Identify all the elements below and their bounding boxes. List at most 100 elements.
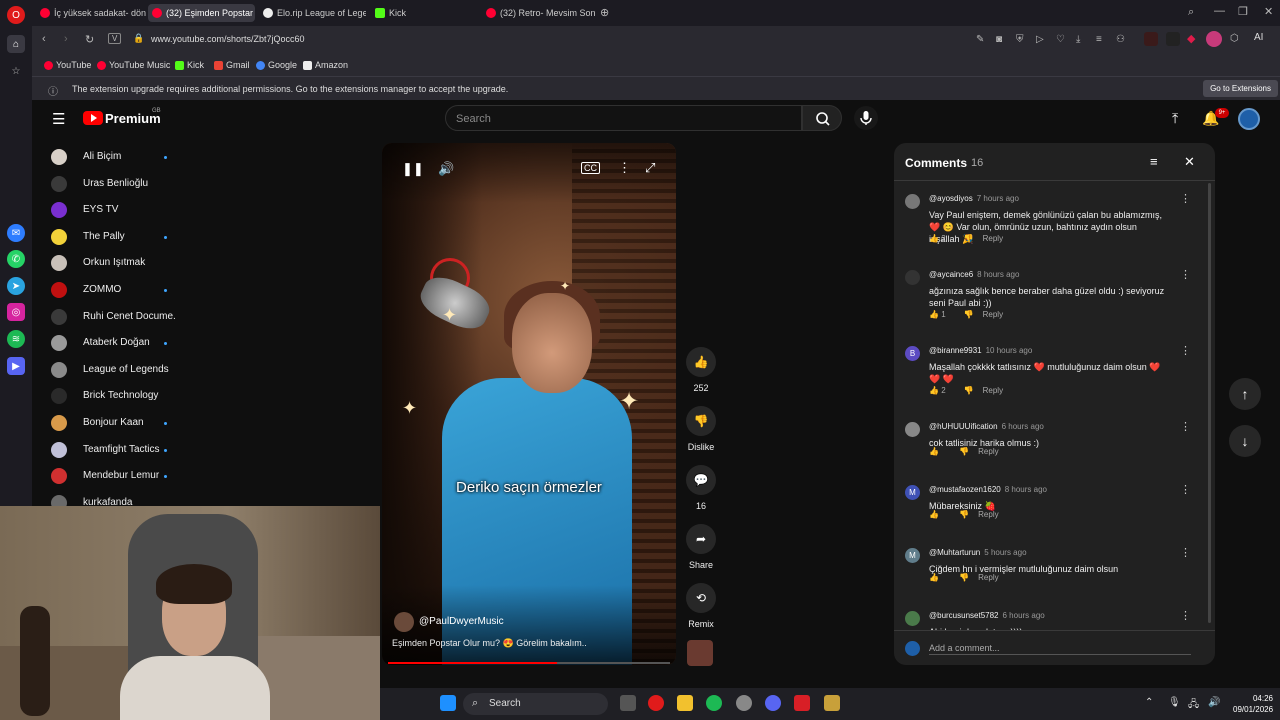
- hamburger-menu-icon[interactable]: ☰: [52, 110, 65, 128]
- league-client-icon[interactable]: [824, 695, 840, 711]
- sound-thumbnail[interactable]: [687, 640, 713, 666]
- video-caption[interactable]: Eşimden Popstar Olur mu? 😍 Görelim bakal…: [392, 638, 587, 649]
- comment-author[interactable]: @burcusunset5782: [929, 611, 999, 620]
- download-icon[interactable]: ⤓: [1076, 34, 1080, 45]
- volume-tray-icon[interactable]: 🔊: [1208, 697, 1220, 708]
- captions-icon[interactable]: CC: [581, 162, 600, 174]
- url-field[interactable]: www.youtube.com/shorts/Zbt7jQocc60: [151, 34, 305, 44]
- dislike-comment-button[interactable]: 👎: [959, 573, 969, 582]
- search-tabs-icon[interactable]: ⌕: [1188, 6, 1194, 19]
- reply-button[interactable]: Reply: [983, 386, 1003, 395]
- comment-more-icon[interactable]: ⋮: [1180, 609, 1191, 622]
- instagram-icon[interactable]: ◎: [7, 303, 25, 321]
- star-icon[interactable]: ☆: [7, 62, 25, 80]
- like-comment-button[interactable]: 👍: [929, 510, 950, 519]
- sidebar-subscription[interactable]: Uras Benlioğlu: [32, 171, 192, 197]
- youtube-logo-icon[interactable]: [83, 111, 103, 125]
- comment-more-icon[interactable]: ⋮: [1180, 483, 1191, 496]
- dislike-comment-button[interactable]: 👎: [959, 510, 969, 519]
- heart-icon[interactable]: ♡: [1056, 34, 1065, 45]
- sidebar-subscription[interactable]: Bonjour Kaan: [32, 410, 192, 436]
- commenter-avatar[interactable]: [905, 422, 920, 437]
- commenter-avatar[interactable]: B: [905, 346, 920, 361]
- comment-more-icon[interactable]: ⋮: [1180, 192, 1191, 205]
- bookmark-youtube[interactable]: YouTube: [44, 60, 91, 70]
- new-tab-icon[interactable]: ⊕: [600, 6, 609, 19]
- file-explorer-icon[interactable]: [677, 695, 693, 711]
- extension-icon[interactable]: ◆: [1187, 32, 1201, 46]
- sidebar-subscription[interactable]: Mendebur Lemur: [32, 463, 192, 489]
- go-to-extensions-button[interactable]: Go to Extensions: [1203, 80, 1278, 97]
- commenter-avatar[interactable]: M: [905, 485, 920, 500]
- task-view-icon[interactable]: [620, 695, 636, 711]
- comments-button[interactable]: 💬: [686, 465, 716, 495]
- tab-5[interactable]: (32) Retro- Mevsim Sonba: [482, 4, 595, 22]
- comment-more-icon[interactable]: ⋮: [1180, 546, 1191, 559]
- profile-icon[interactable]: ⚇: [1116, 34, 1125, 45]
- player-icon[interactable]: ▶: [7, 357, 25, 375]
- sidebar-subscription[interactable]: Ruhi Cenet Docume...: [32, 304, 192, 330]
- spotify-icon[interactable]: [706, 695, 722, 711]
- like-comment-button[interactable]: 👍 1: [929, 310, 955, 319]
- tray-chevron-icon[interactable]: ⌃: [1145, 697, 1153, 708]
- like-comment-button[interactable]: 👍 2: [929, 386, 955, 395]
- like-comment-button[interactable]: 👍: [929, 447, 950, 456]
- telegram-icon[interactable]: ➤: [7, 277, 25, 295]
- comment-author[interactable]: @mustafaozen1620: [929, 485, 1001, 494]
- more-options-icon[interactable]: ⋮: [618, 160, 631, 176]
- bookmark-gmail[interactable]: Gmail: [214, 60, 250, 70]
- reply-button[interactable]: Reply: [978, 573, 998, 582]
- pause-icon[interactable]: ❚❚: [402, 161, 424, 177]
- dislike-comment-button[interactable]: 👎: [964, 386, 974, 395]
- forward-icon[interactable]: ›: [64, 33, 68, 45]
- commenter-avatar[interactable]: [905, 270, 920, 285]
- like-comment-button[interactable]: 👍 2: [929, 234, 955, 243]
- steam-icon[interactable]: [736, 695, 752, 711]
- shield-icon[interactable]: ⛨: [1016, 34, 1024, 45]
- channel-name[interactable]: @PaulDwyerMusic: [419, 616, 504, 627]
- reload-icon[interactable]: ↻: [85, 33, 94, 46]
- extension-icon[interactable]: [1206, 31, 1222, 47]
- comment-more-icon[interactable]: ⋮: [1180, 344, 1191, 357]
- comment-author[interactable]: @ayosdiyos: [929, 194, 973, 203]
- dislike-comment-button[interactable]: 👎: [964, 310, 974, 319]
- comments-scrollbar[interactable]: [1208, 183, 1211, 623]
- comment-author[interactable]: @biranne9931: [929, 346, 982, 355]
- edit-icon[interactable]: ✎: [976, 34, 984, 45]
- dislike-comment-button[interactable]: 👎: [959, 447, 969, 456]
- commenter-avatar[interactable]: [905, 611, 920, 626]
- reply-button[interactable]: Reply: [978, 447, 998, 456]
- add-comment-input[interactable]: [929, 641, 1191, 655]
- messenger-icon[interactable]: ✉: [7, 224, 25, 242]
- taskbar-search[interactable]: ⌕ Search: [463, 693, 608, 715]
- comment-time[interactable]: 5 hours ago: [984, 548, 1026, 557]
- clock[interactable]: 04:26 09/01/2026: [1233, 693, 1273, 715]
- sidebar-subscription[interactable]: Teamfight Tactics: [32, 437, 192, 463]
- network-icon[interactable]: 🖧: [1188, 697, 1199, 714]
- play-icon[interactable]: ▷: [1036, 34, 1044, 45]
- sidebar-subscription[interactable]: ZOMMO: [32, 277, 192, 303]
- reply-button[interactable]: Reply: [983, 310, 1003, 319]
- tab-1[interactable]: İç yüksek sadakat- dönem: [36, 4, 146, 22]
- sidebar-subscription[interactable]: Orkun Işıtmak: [32, 250, 192, 276]
- app-icon[interactable]: [794, 695, 810, 711]
- tab-4[interactable]: Kick: [371, 4, 478, 22]
- close-icon[interactable]: ✕: [1184, 154, 1195, 170]
- progress-bar[interactable]: [388, 662, 670, 664]
- bookmark-amazon[interactable]: Amazon: [303, 60, 348, 70]
- reply-button[interactable]: Reply: [978, 510, 998, 519]
- microphone-tray-icon[interactable]: 🎙: [1168, 697, 1181, 708]
- dislike-button[interactable]: 👎: [686, 406, 716, 436]
- extensions-puzzle-icon[interactable]: ⬡: [1230, 33, 1239, 44]
- tab-2-active[interactable]: (32) Eşimden Popstar: [148, 4, 255, 22]
- vpn-badge-icon[interactable]: V: [108, 33, 122, 44]
- comment-author[interactable]: @hUHUUUification: [929, 422, 998, 431]
- like-button[interactable]: 👍: [686, 347, 716, 377]
- search-button[interactable]: [802, 105, 842, 131]
- like-comment-button[interactable]: 👍: [929, 573, 950, 582]
- comment-more-icon[interactable]: ⋮: [1180, 420, 1191, 433]
- channel-avatar[interactable]: [394, 612, 414, 632]
- comment-more-icon[interactable]: ⋮: [1180, 268, 1191, 281]
- comment-time[interactable]: 7 hours ago: [977, 194, 1019, 203]
- opera-icon[interactable]: [648, 695, 664, 711]
